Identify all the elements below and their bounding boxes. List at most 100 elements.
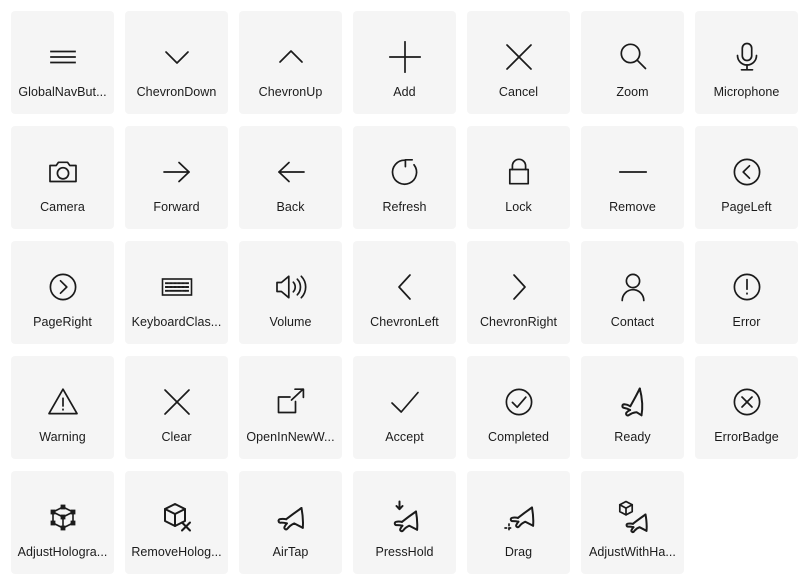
icon-card-volume[interactable]: Volume <box>239 241 342 344</box>
icon-card-zoom[interactable]: Zoom <box>581 11 684 114</box>
icon-label: Zoom <box>616 85 649 99</box>
refresh-circular-arrow-icon <box>385 152 425 192</box>
icon-label: Drag <box>504 545 533 559</box>
icon-label: PageLeft <box>721 200 772 214</box>
icon-label: Lock <box>505 200 532 214</box>
remove-hologram-cube-icon <box>157 497 197 537</box>
icon-card-pageright[interactable]: PageRight <box>11 241 114 344</box>
person-contact-icon <box>613 267 653 307</box>
circled-chevron-left-icon <box>727 152 767 192</box>
icon-label: ChevronUp <box>258 85 323 99</box>
x-cross-icon <box>157 382 197 422</box>
icon-label: Clear <box>161 430 192 444</box>
icon-label: Contact <box>610 315 655 329</box>
icon-label: Remove <box>609 200 656 214</box>
chevron-down-icon <box>157 37 197 77</box>
icon-label: ErrorBadge <box>714 430 779 444</box>
icon-label: Cancel <box>498 85 539 99</box>
icon-card-microphone[interactable]: Microphone <box>695 11 798 114</box>
chevron-left-icon <box>385 267 425 307</box>
icon-card-presshold[interactable]: PressHold <box>353 471 456 574</box>
icon-card-chevronleft[interactable]: ChevronLeft <box>353 241 456 344</box>
icon-card-cancel[interactable]: Cancel <box>467 11 570 114</box>
magnifier-icon <box>613 37 653 77</box>
icon-card-refresh[interactable]: Refresh <box>353 126 456 229</box>
padlock-icon <box>499 152 539 192</box>
icon-label: Microphone <box>713 85 780 99</box>
plus-icon <box>385 37 425 77</box>
chevron-right-icon <box>499 267 539 307</box>
chevron-up-icon <box>271 37 311 77</box>
icon-card-drag[interactable]: Drag <box>467 471 570 574</box>
icon-label: KeyboardClas... <box>131 315 222 329</box>
hand-ready-gesture-icon <box>613 382 653 422</box>
icon-card-contact[interactable]: Contact <box>581 241 684 344</box>
warning-triangle-icon <box>43 382 83 422</box>
hand-drag-icon <box>499 497 539 537</box>
icon-card-lock[interactable]: Lock <box>467 126 570 229</box>
icon-label: Ready <box>614 430 651 444</box>
icon-card-error[interactable]: Error <box>695 241 798 344</box>
icon-card-chevronright[interactable]: ChevronRight <box>467 241 570 344</box>
icon-card-accept[interactable]: Accept <box>353 356 456 459</box>
icon-card-airtap[interactable]: AirTap <box>239 471 342 574</box>
icon-label: PressHold <box>375 545 434 559</box>
icon-label: Forward <box>153 200 200 214</box>
icon-label: Warning <box>39 430 86 444</box>
icon-label: Error <box>732 315 761 329</box>
icon-card-add[interactable]: Add <box>353 11 456 114</box>
icon-card-globalnavbutton[interactable]: GlobalNavBut... <box>11 11 114 114</box>
hand-press-hold-icon <box>385 497 425 537</box>
circled-chevron-right-icon <box>43 267 83 307</box>
arrow-right-icon <box>157 152 197 192</box>
icon-label: Camera <box>40 200 85 214</box>
icon-label: OpenInNewW... <box>246 430 335 444</box>
icon-label: Completed <box>488 430 549 444</box>
icon-card-chevrondown[interactable]: ChevronDown <box>125 11 228 114</box>
hand-airtap-icon <box>271 497 311 537</box>
icon-label: ChevronDown <box>136 85 217 99</box>
minus-icon <box>613 152 653 192</box>
icon-label: ChevronLeft <box>370 315 439 329</box>
icon-card-clear[interactable]: Clear <box>125 356 228 459</box>
microphone-icon <box>727 37 767 77</box>
icon-grid: GlobalNavBut... ChevronDown ChevronUp Add … <box>0 0 803 574</box>
icon-label: Accept <box>385 430 424 444</box>
icon-card-openinnewwindow[interactable]: OpenInNewW... <box>239 356 342 459</box>
icon-card-errorbadge[interactable]: ErrorBadge <box>695 356 798 459</box>
icon-card-completed[interactable]: Completed <box>467 356 570 459</box>
icon-card-forward[interactable]: Forward <box>125 126 228 229</box>
icon-card-back[interactable]: Back <box>239 126 342 229</box>
icon-card-camera[interactable]: Camera <box>11 126 114 229</box>
adjust-hologram-cube-icon <box>43 497 83 537</box>
icon-card-adjustwithhand[interactable]: AdjustWithHa... <box>581 471 684 574</box>
icon-label: Volume <box>269 315 312 329</box>
icon-label: Add <box>393 85 416 99</box>
circled-checkmark-icon <box>499 382 539 422</box>
icon-card-adjusthologram[interactable]: AdjustHologra... <box>11 471 114 574</box>
icon-label: Back <box>276 200 305 214</box>
icon-label: Refresh <box>382 200 427 214</box>
icon-label: AirTap <box>272 545 309 559</box>
checkmark-icon <box>385 382 425 422</box>
icon-card-pageleft[interactable]: PageLeft <box>695 126 798 229</box>
circled-x-icon <box>727 382 767 422</box>
icon-card-ready[interactable]: Ready <box>581 356 684 459</box>
x-cross-icon <box>499 37 539 77</box>
icon-card-warning[interactable]: Warning <box>11 356 114 459</box>
icon-label: GlobalNavBut... <box>18 85 107 99</box>
icon-label: AdjustWithHa... <box>589 545 676 559</box>
icon-card-keyboardclassic[interactable]: KeyboardClas... <box>125 241 228 344</box>
arrow-left-icon <box>271 152 311 192</box>
icon-card-removehologram[interactable]: RemoveHolog... <box>125 471 228 574</box>
icon-card-chevronup[interactable]: ChevronUp <box>239 11 342 114</box>
adjust-with-hand-icon <box>613 497 653 537</box>
icon-label: RemoveHolog... <box>131 545 222 559</box>
icon-card-remove[interactable]: Remove <box>581 126 684 229</box>
icon-label: AdjustHologra... <box>17 545 108 559</box>
speaker-volume-icon <box>271 267 311 307</box>
open-in-new-window-icon <box>271 382 311 422</box>
hamburger-menu-icon <box>43 37 83 77</box>
icon-label: ChevronRight <box>479 315 558 329</box>
circled-exclamation-icon <box>727 267 767 307</box>
